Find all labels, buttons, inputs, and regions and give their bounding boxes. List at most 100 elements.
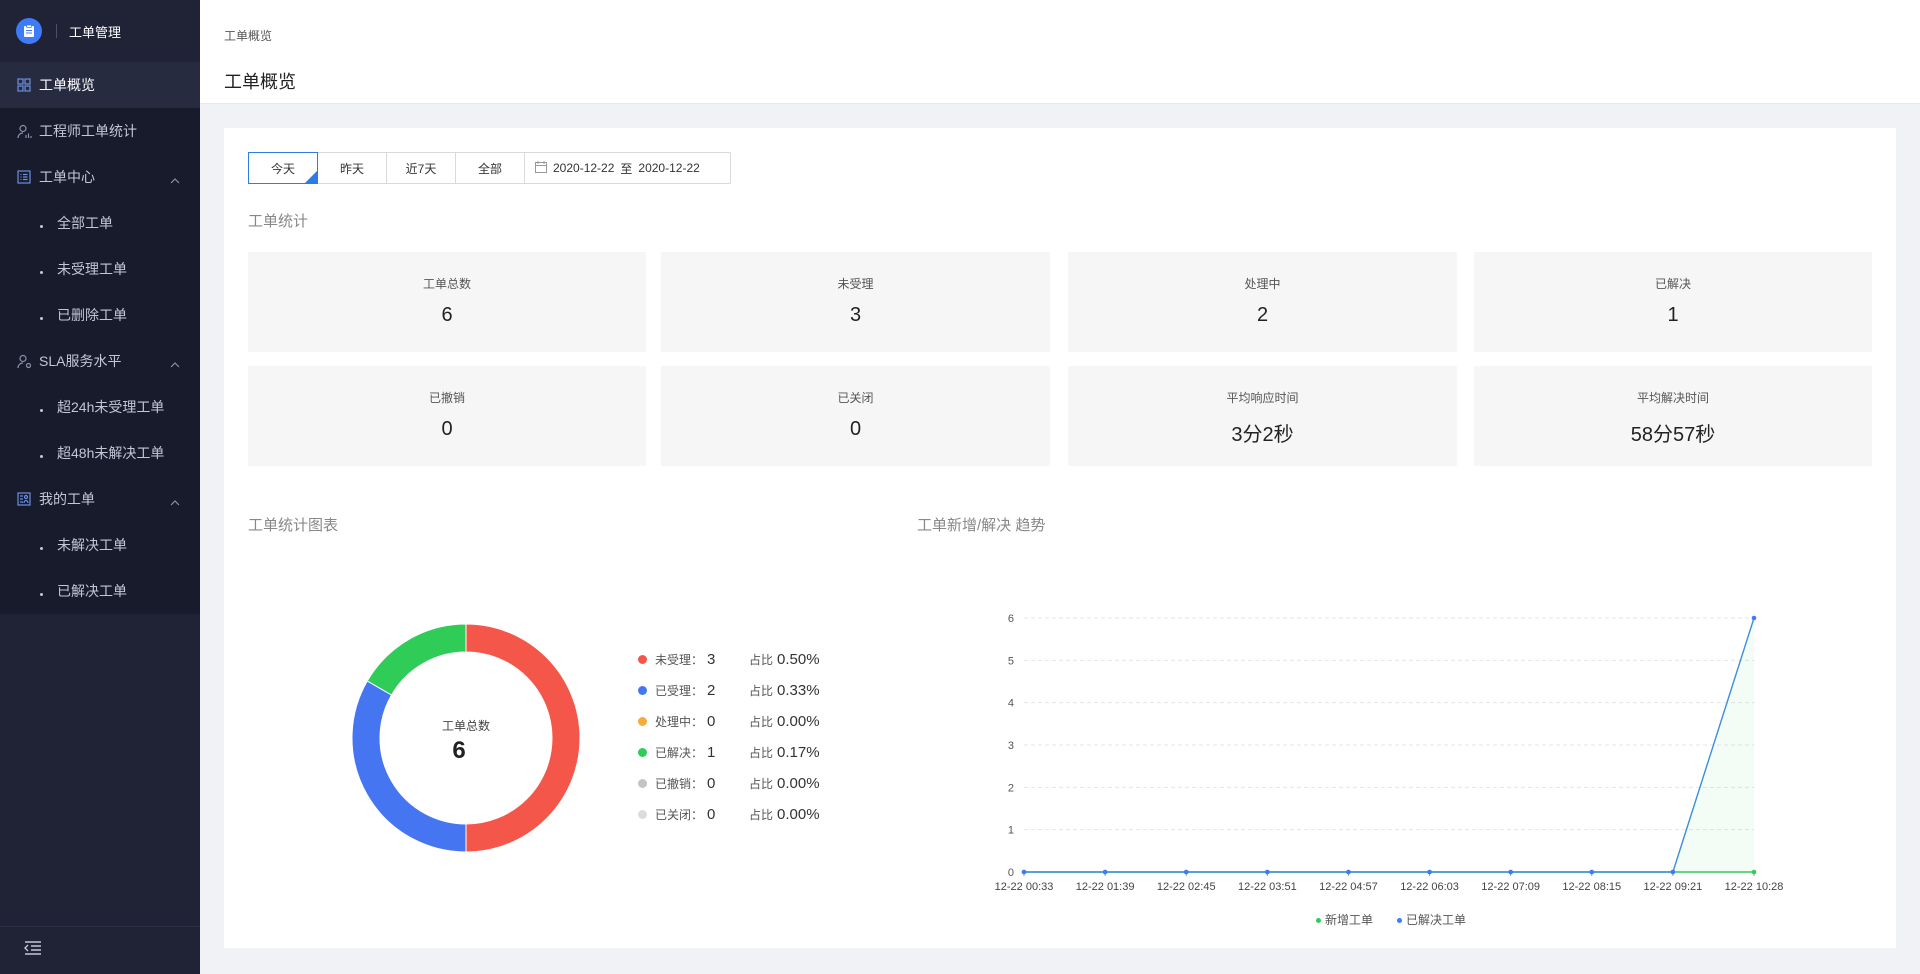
legend-label: 新增工单 [1325, 913, 1374, 927]
sidebar: 工单管理 工单概览 工程师工单统计 工单中心 全部工单 未受理工单 已删除工单 [0, 0, 200, 974]
legend-label: 已解决工单 [1406, 913, 1467, 927]
app-logo-icon[interactable] [16, 18, 42, 44]
stat-label: 已关闭 [837, 391, 874, 405]
legend-item[interactable]: 已解决： 1 占比 0.17% [638, 737, 820, 768]
legend-pct: 0.50% [777, 651, 820, 668]
sidebar-subitem-unresolved[interactable]: 未解决工单 [0, 522, 200, 568]
y-tick-label: 3 [1008, 740, 1014, 752]
legend-pct: 0.00% [777, 775, 820, 792]
sidebar-item-ticket-center[interactable]: 工单中心 [0, 154, 200, 200]
stat-label: 未受理 [837, 277, 874, 291]
legend-count: 1 [707, 744, 716, 761]
legend-item[interactable]: 已撤销： 0 占比 0.00% [638, 768, 820, 799]
data-point[interactable] [1183, 869, 1189, 875]
sidebar-subitem-label: 全部工单 [57, 215, 113, 231]
sidebar-footer [0, 926, 200, 974]
stat-card: 处理中 2 [1068, 252, 1457, 352]
legend-pct-label: 占比 [749, 777, 774, 791]
data-point[interactable] [1265, 869, 1270, 875]
y-tick-label: 1 [1008, 825, 1014, 837]
sidebar-subitem-label: 已解决工单 [57, 583, 127, 599]
tab-today[interactable]: 今天 [248, 152, 318, 184]
x-tick-label: 12-22 07:09 [1481, 881, 1540, 893]
legend-item-new[interactable]: 新增工单 [1316, 911, 1373, 928]
data-point[interactable] [1751, 615, 1757, 621]
legend-label: 已撤销： [655, 777, 704, 791]
data-point[interactable] [1346, 869, 1351, 875]
date-range-picker[interactable]: 2020-12-22 至 2020-12-22 [525, 153, 730, 183]
data-point[interactable] [1102, 869, 1108, 875]
legend-dot [638, 779, 647, 788]
legend-item[interactable]: 未受理： 3 占比 0.50% [638, 644, 820, 675]
data-point[interactable] [1670, 869, 1676, 875]
donut-center-value: 6 [452, 737, 465, 764]
x-tick-label: 12-22 10:28 [1725, 881, 1784, 893]
sidebar-subitem-label: 未解决工单 [57, 537, 127, 553]
legend-label: 已受理： [655, 684, 704, 698]
stat-card: 平均解决时间 58分57秒 [1474, 366, 1872, 466]
stat-value: 6 [441, 304, 453, 326]
grid-icon [16, 77, 32, 93]
tab-last7days[interactable]: 近7天 [387, 153, 456, 183]
stat-value: 3 [849, 304, 862, 326]
data-point[interactable] [1508, 869, 1513, 875]
donut-slice[interactable] [366, 623, 467, 696]
legend-item[interactable]: 处理中： 0 占比 0.00% [638, 706, 820, 737]
stat-value: 0 [849, 418, 862, 440]
stat-label: 已撤销 [428, 391, 465, 405]
tab-all[interactable]: 全部 [456, 153, 525, 183]
sidebar-item-sla[interactable]: SLA服务水平 [0, 338, 200, 384]
tab-label: 昨天 [339, 161, 364, 176]
sidebar-subitem-all-tickets[interactable]: 全部工单 [0, 200, 200, 246]
x-tick-label: 12-22 08:15 [1562, 881, 1621, 893]
data-point[interactable] [1427, 869, 1432, 875]
donut-slice[interactable] [465, 623, 581, 853]
chevron-up-icon [170, 493, 180, 509]
date-separator: 至 [620, 161, 633, 176]
stat-label: 已解决 [1654, 277, 1691, 291]
legend-item-resolved[interactable]: 已解决工单 [1397, 911, 1466, 928]
tab-label: 今天 [270, 161, 295, 176]
sidebar-subitem-deleted[interactable]: 已删除工单 [0, 292, 200, 338]
y-tick-label: 6 [1008, 613, 1014, 625]
overview-card: 今天 昨天 近7天 全部 2020-12-22 至 2020-12-22 工单统… [224, 128, 1896, 948]
trend-chart-title: 工单新增/解决 趋势 [917, 517, 1046, 534]
date-filter: 今天 昨天 近7天 全部 2020-12-22 至 2020-12-22 [248, 152, 731, 184]
sidebar-header: 工单管理 [0, 0, 200, 62]
data-point[interactable] [1751, 869, 1757, 875]
legend-label: 已关闭： [655, 808, 704, 822]
my-ticket-icon [16, 491, 32, 507]
legend-dot [638, 686, 647, 695]
legend-item[interactable]: 已受理： 2 占比 0.33% [638, 675, 820, 706]
y-tick-label: 0 [1008, 867, 1014, 879]
donut-center-label: 工单总数 [442, 718, 490, 733]
y-tick-label: 4 [1008, 698, 1014, 710]
calendar-icon [535, 160, 547, 176]
breadcrumb[interactable]: 工单概览 [224, 27, 272, 44]
stat-card: 工单总数 6 [248, 252, 646, 352]
stat-value: 1 [1667, 304, 1679, 326]
sidebar-subitem-resolved[interactable]: 已解决工单 [0, 568, 200, 614]
page-header: 工单概览 工单概览 [200, 0, 1920, 104]
x-tick-label: 12-22 09:21 [1644, 881, 1703, 893]
sidebar-subitem-over48h[interactable]: 超48h未解决工单 [0, 430, 200, 476]
sidebar-subitem-unaccepted[interactable]: 未受理工单 [0, 246, 200, 292]
collapse-menu-icon[interactable] [24, 940, 42, 961]
app-title: 工单管理 [69, 24, 122, 40]
list-icon [16, 169, 32, 185]
sidebar-item-overview[interactable]: 工单概览 [0, 62, 200, 108]
user-chart-icon [16, 123, 32, 139]
sidebar-subitem-over24h[interactable]: 超24h未受理工单 [0, 384, 200, 430]
donut-slice[interactable] [351, 680, 467, 853]
legend-pct-label: 占比 [749, 684, 774, 698]
data-point[interactable] [1021, 869, 1027, 875]
sidebar-item-engineer-stats[interactable]: 工程师工单统计 [0, 108, 200, 154]
sidebar-item-my-tickets[interactable]: 我的工单 [0, 476, 200, 522]
data-point[interactable] [1589, 869, 1595, 875]
legend-dot [638, 810, 647, 819]
legend-item[interactable]: 已关闭： 0 占比 0.00% [638, 799, 820, 830]
legend-pct: 0.00% [777, 806, 820, 823]
x-tick-label: 12-22 04:57 [1319, 881, 1378, 893]
stat-card: 已撤销 0 [248, 366, 646, 466]
tab-yesterday[interactable]: 昨天 [318, 153, 387, 183]
